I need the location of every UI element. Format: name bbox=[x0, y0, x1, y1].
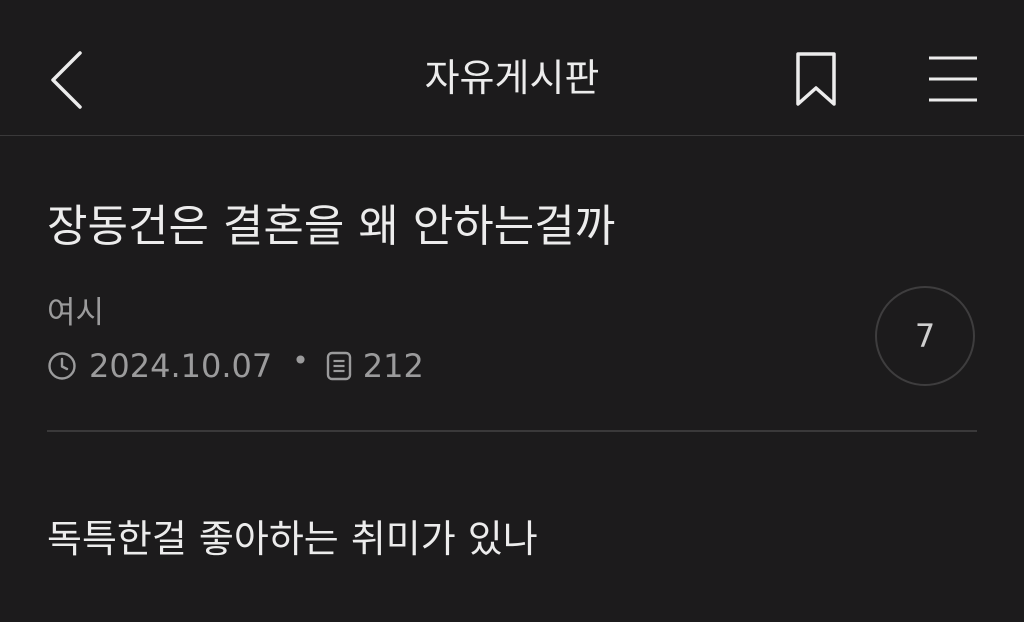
top-nav-bar: 자유게시판 bbox=[0, 0, 1024, 136]
post-body: 독특한걸 좋아하는 취미가 있나 bbox=[47, 517, 538, 561]
back-button[interactable] bbox=[36, 40, 96, 120]
post-meta: 2024.10.07 • 212 bbox=[47, 344, 424, 388]
clock-icon bbox=[47, 351, 77, 381]
comment-count-button[interactable]: 7 bbox=[875, 286, 975, 386]
content-divider bbox=[47, 430, 977, 432]
hamburger-menu-icon bbox=[929, 56, 977, 102]
view-count: 212 bbox=[362, 347, 424, 385]
bookmark-button[interactable] bbox=[786, 44, 846, 116]
post-title: 장동건은 결혼을 왜 안하는걸까 bbox=[47, 201, 616, 252]
chevron-left-icon bbox=[51, 51, 82, 109]
comment-count: 7 bbox=[914, 317, 936, 355]
bookmark-icon bbox=[796, 52, 836, 106]
menu-button[interactable] bbox=[920, 46, 986, 112]
post-date: 2024.10.07 bbox=[89, 347, 273, 385]
document-icon bbox=[325, 351, 353, 381]
board-title: 자유게시판 bbox=[424, 56, 600, 100]
author-name[interactable]: 여시 bbox=[47, 292, 104, 334]
meta-separator: • bbox=[292, 343, 309, 377]
